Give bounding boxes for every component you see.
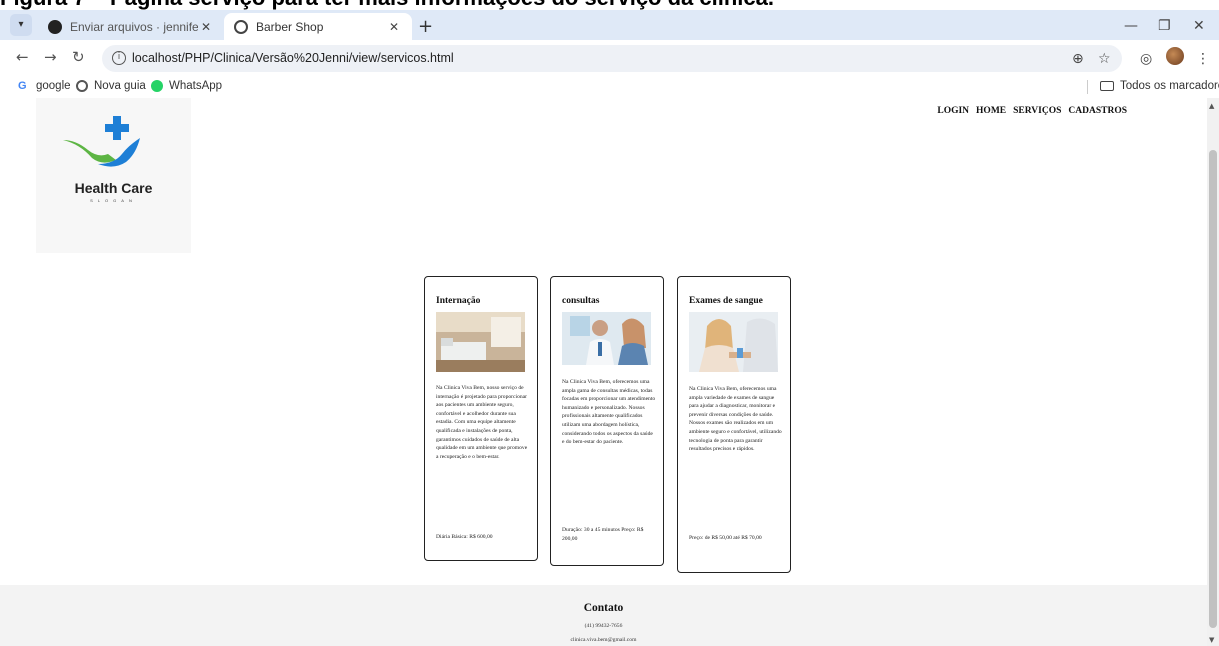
globe-icon <box>234 19 248 34</box>
folder-label: Todos os marcadores <box>1120 80 1219 92</box>
service-card-price: Preço: de R$ 50,00 até R$ 70,00 <box>689 535 762 541</box>
tab-close-icon[interactable]: ✕ <box>386 20 402 34</box>
profile-avatar[interactable] <box>1166 47 1184 65</box>
tab-title: Barber Shop <box>256 19 324 34</box>
site-info-icon[interactable]: i <box>112 51 126 65</box>
service-card-title: consultas <box>562 296 600 306</box>
service-card-consultas: consultas Na Clinica Viva Bem, oferecemo… <box>550 276 664 566</box>
bookmark-label: WhatsApp <box>169 80 223 92</box>
tab-barber-shop[interactable]: Barber Shop ✕ <box>224 13 412 40</box>
logo-title: Health Care <box>74 180 153 196</box>
close-window-icon[interactable]: ✕ <box>1193 18 1205 34</box>
bookmark-label: Nova guia <box>94 80 146 92</box>
footer-title: Contato <box>583 602 624 614</box>
main-nav: LOGIN HOME SERVIÇOS CADASTROS <box>937 106 1127 116</box>
blood-test-photo <box>689 312 778 372</box>
page-scrollbar[interactable]: ▲ ▼ <box>1207 98 1219 646</box>
logo-slogan: SLOGAN <box>90 198 137 203</box>
url-text[interactable]: localhost/PHP/Clinica/Versão%20Jenni/vie… <box>132 51 454 65</box>
nav-cadastros-link[interactable]: CADASTROS <box>1068 106 1127 116</box>
all-bookmarks-folder[interactable]: Todos os marcadores <box>1100 80 1219 92</box>
bookmarks-bar: G google Nova guia WhatsApp Todos os mar… <box>0 76 1219 98</box>
nav-servicos-link[interactable]: SERVIÇOS <box>1013 106 1061 116</box>
service-card-description: Na Clinica Viva Bem, oferecemos uma ampl… <box>562 379 656 446</box>
tab-enviar-arquivos[interactable]: Enviar arquivos · jennifercristin ✕ <box>38 13 224 40</box>
service-card-title: Exames de sangue <box>689 296 763 306</box>
reload-icon[interactable]: ↻ <box>72 48 85 66</box>
extensions-icon[interactable]: ◎ <box>1140 51 1152 67</box>
browser-toolbar: ← → ↻ i localhost/PHP/Clinica/Versão%20J… <box>0 40 1219 76</box>
restore-icon[interactable]: ❐ <box>1158 18 1171 34</box>
nav-login-link[interactable]: LOGIN <box>937 106 969 116</box>
whatsapp-icon <box>151 80 163 92</box>
service-card-internacao: Internação Na Clinica Viva Bem, nosso se… <box>424 276 538 561</box>
service-card-description: Na Clinica Viva Bem, nosso serviço de in… <box>436 385 528 460</box>
tab-close-icon[interactable]: ✕ <box>198 20 214 34</box>
globe-icon <box>76 80 88 92</box>
zoom-icon[interactable]: ⊕ <box>1072 51 1084 67</box>
minimize-icon[interactable]: — <box>1124 18 1138 34</box>
service-card-price: Diária Básica: R$ 600,00 <box>436 534 493 540</box>
bookmarks-separator <box>1087 80 1088 94</box>
scrollbar-thumb[interactable] <box>1209 150 1217 628</box>
google-icon: G <box>18 80 27 92</box>
address-bar[interactable]: i localhost/PHP/Clinica/Versão%20Jenni/v… <box>102 45 1122 72</box>
caption-text: Figura 7 – Página serviço para ter mais … <box>0 0 774 10</box>
doctor-consultation-photo <box>562 312 651 365</box>
footer-phone: (41) 99432-7656 <box>584 623 623 629</box>
forward-icon[interactable]: → <box>44 48 57 66</box>
menu-kebab-icon[interactable]: ⋮ <box>1196 51 1210 67</box>
bookmark-label: google <box>36 80 71 92</box>
browser-tab-bar: ▾ Enviar arquivos · jennifercristin ✕ Ba… <box>0 10 1219 40</box>
tab-search-button[interactable]: ▾ <box>10 14 32 36</box>
tab-title: Enviar arquivos · jennifercristin <box>70 19 198 34</box>
scroll-up-icon[interactable]: ▲ <box>1209 102 1214 110</box>
document-caption: Figura 7 – Página serviço para ter mais … <box>0 0 1219 10</box>
back-icon[interactable]: ← <box>16 48 29 66</box>
github-icon <box>48 19 62 34</box>
scroll-down-icon[interactable]: ▼ <box>1209 636 1214 644</box>
logo[interactable]: Health Care SLOGAN <box>36 98 191 253</box>
bookmark-star-icon[interactable]: ☆ <box>1098 51 1111 67</box>
footer: Contato (41) 99432-7656 clinica.viva.bem… <box>0 585 1207 646</box>
page-viewport: Health Care SLOGAN LOGIN HOME SERVIÇOS C… <box>0 98 1219 646</box>
service-card-exames-de-sangue: Exames de sangue Na Clinica Viva Bem, of… <box>677 276 791 573</box>
footer-email: clinica.viva.bem@gmail.com <box>570 637 637 643</box>
bookmark-whatsapp[interactable]: WhatsApp <box>151 80 222 92</box>
nav-home-link[interactable]: HOME <box>976 106 1006 116</box>
service-card-price: Duração: 30 a 45 minutos Preço: R$ 200,0… <box>562 527 644 542</box>
service-card-description: Na Clinica Viva Bem, oferecemos uma ampl… <box>689 386 782 453</box>
service-card-title: Internação <box>436 296 481 306</box>
bookmark-google[interactable]: G google <box>18 80 71 92</box>
hospital-room-photo <box>436 312 525 372</box>
folder-icon <box>1100 81 1114 91</box>
new-tab-button[interactable]: + <box>418 16 433 37</box>
health-care-logo-icon <box>63 116 140 167</box>
bookmark-nova-guia[interactable]: Nova guia <box>76 80 146 92</box>
